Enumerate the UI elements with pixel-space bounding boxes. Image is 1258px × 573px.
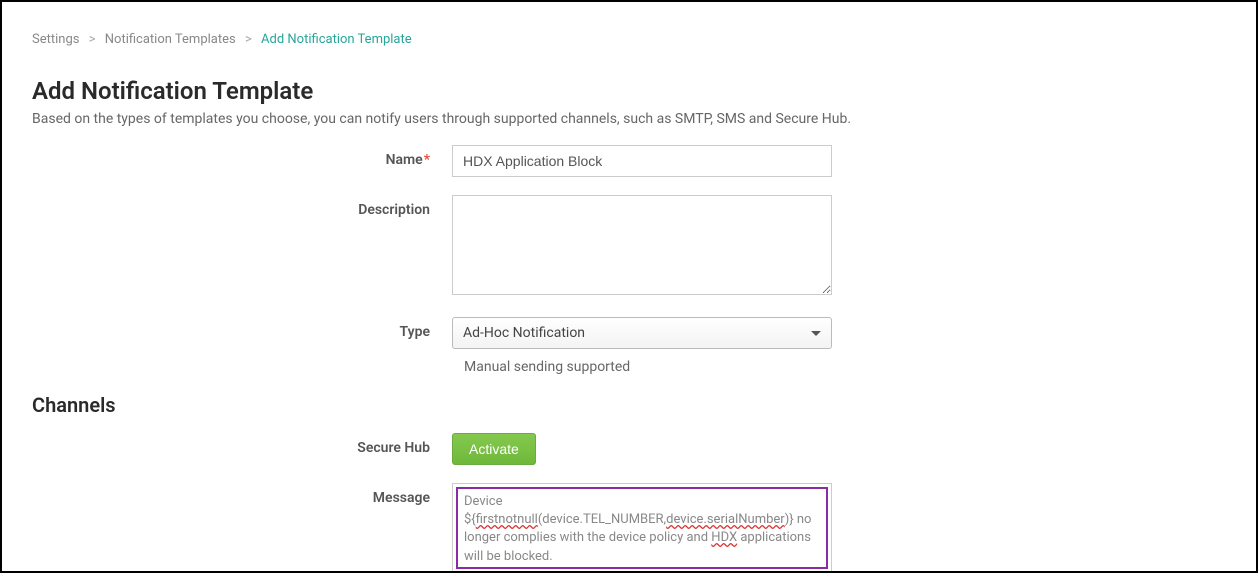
label-description: Description xyxy=(32,195,452,218)
breadcrumb-settings[interactable]: Settings xyxy=(32,32,79,47)
page-subtitle: Based on the types of templates you choo… xyxy=(32,111,1226,127)
breadcrumb-sep: > xyxy=(89,32,96,47)
label-secure-hub: Secure Hub xyxy=(32,433,452,456)
msg-text-spell: HDX xyxy=(711,530,737,545)
description-textarea[interactable] xyxy=(452,195,832,295)
msg-text-spell: firstnotnull xyxy=(476,512,538,527)
name-input[interactable] xyxy=(452,145,832,177)
chevron-down-icon xyxy=(811,331,821,336)
page-title: Add Notification Template xyxy=(32,77,1226,105)
label-message: Message xyxy=(32,483,452,506)
breadcrumb-current: Add Notification Template xyxy=(261,32,412,47)
breadcrumb-templates[interactable]: Notification Templates xyxy=(105,32,236,47)
breadcrumb: Settings > Notification Templates > Add … xyxy=(32,32,1226,47)
label-type: Type xyxy=(32,317,452,340)
row-name: Name* xyxy=(32,145,1226,177)
breadcrumb-sep: > xyxy=(245,32,252,47)
msg-text: (device.TEL_NUMBER, xyxy=(538,512,666,527)
activate-button[interactable]: Activate xyxy=(452,433,536,465)
label-name-text: Name xyxy=(386,152,423,168)
type-select[interactable]: Ad-Hoc Notification xyxy=(452,317,832,349)
row-secure-hub: Secure Hub Activate xyxy=(32,433,1226,465)
msg-text-spell: device.serialNumber xyxy=(666,512,785,527)
resize-handle-icon[interactable] xyxy=(817,568,829,573)
row-description: Description xyxy=(32,195,1226,299)
message-content[interactable]: Device ${firstnotnull(device.TEL_NUMBER,… xyxy=(456,487,828,569)
row-message: Message Device ${firstnotnull(device.TEL… xyxy=(32,483,1226,573)
channels-heading: Channels xyxy=(32,393,1226,417)
required-asterisk: * xyxy=(424,152,430,168)
message-box[interactable]: Device ${firstnotnull(device.TEL_NUMBER,… xyxy=(452,483,832,573)
page-frame: Settings > Notification Templates > Add … xyxy=(0,0,1258,573)
row-type: Type Ad-Hoc Notification Manual sending … xyxy=(32,317,1226,375)
type-select-value: Ad-Hoc Notification xyxy=(463,325,585,341)
label-name: Name* xyxy=(32,145,452,168)
type-helper-text: Manual sending supported xyxy=(452,359,832,375)
